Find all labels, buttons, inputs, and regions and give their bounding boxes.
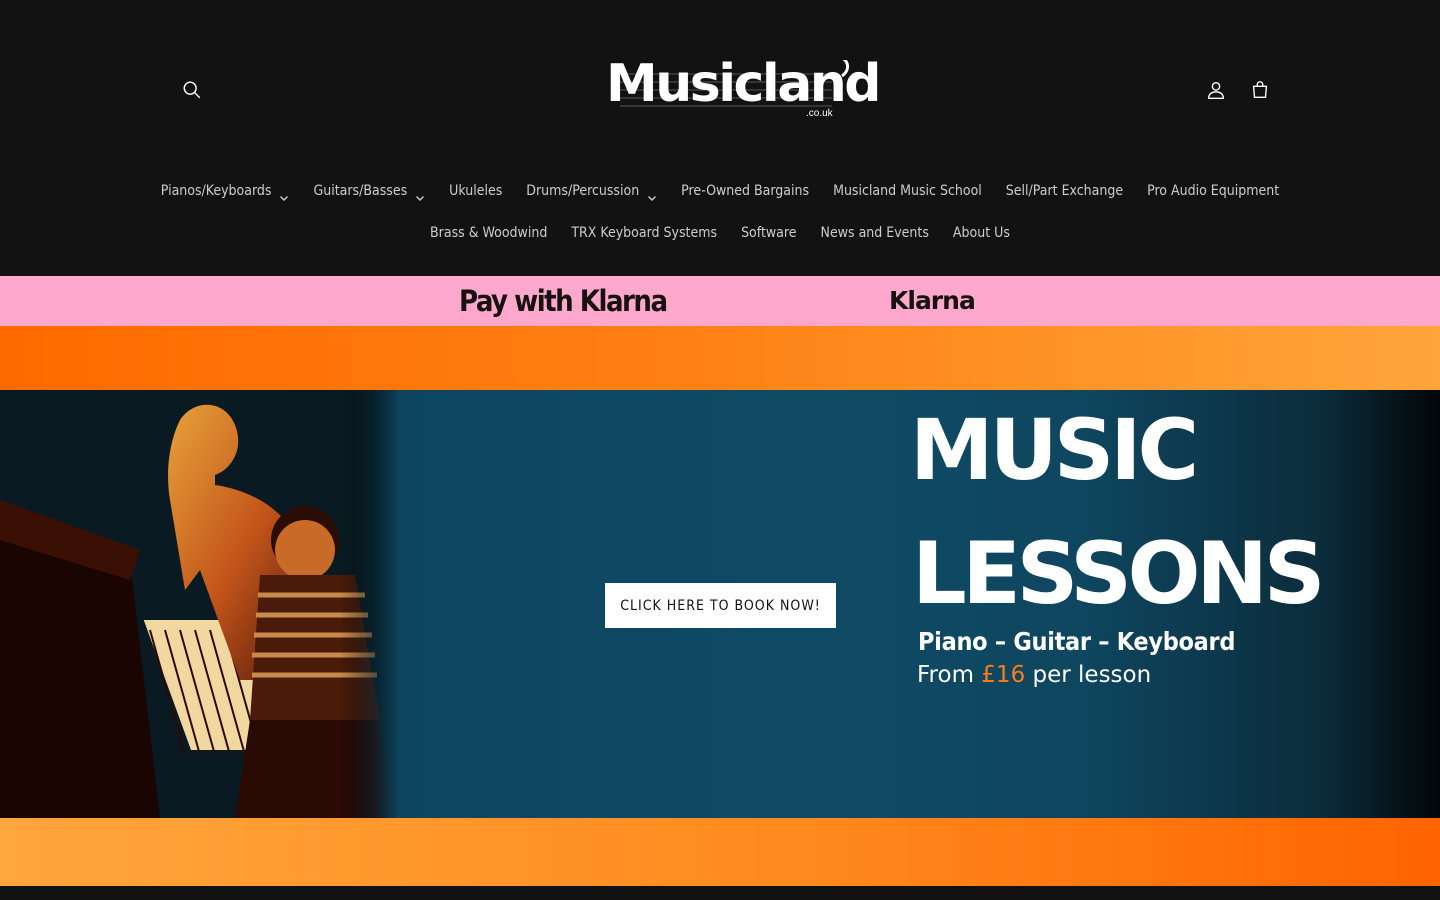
nav-item-sell-part-exchange[interactable]: Sell/Part Exchange — [994, 178, 1135, 204]
nav-item-pianos-keyboards[interactable]: Pianos/Keyboards — [149, 178, 302, 204]
banner-top-strip — [0, 326, 1440, 390]
klarna-banner[interactable]: Pay with Klarna Klarna — [0, 276, 1440, 326]
nav-item-software[interactable]: Software — [729, 220, 808, 246]
chevron-down-icon — [415, 186, 425, 201]
nav-item-label: Pianos/Keyboards — [160, 183, 272, 199]
book-now-button[interactable]: CLICK HERE TO BOOK NOW! — [605, 583, 836, 628]
nav-item-label: Brass & Woodwind — [430, 225, 548, 241]
nav-item-label: Guitars/Basses — [313, 183, 408, 199]
main-nav-row-2: Brass & Woodwind TRX Keyboard Systems So… — [0, 220, 1440, 246]
chevron-down-icon — [647, 186, 657, 201]
nav-item-guitars-basses[interactable]: Guitars/Basses — [301, 178, 437, 204]
price-prefix: From — [917, 662, 982, 688]
nav-item-label: Musicland Music School — [833, 183, 982, 199]
main-nav-row-1: Pianos/Keyboards Guitars/Basses Ukuleles… — [0, 178, 1440, 204]
nav-item-drums-percussion[interactable]: Drums/Percussion — [514, 178, 669, 204]
nav-item-label: Drums/Percussion — [526, 183, 640, 199]
nav-item-pro-audio[interactable]: Pro Audio Equipment — [1135, 178, 1291, 204]
search-icon[interactable] — [172, 70, 212, 110]
klarna-logo: Klarna — [889, 286, 976, 315]
price-suffix: per lesson — [1025, 662, 1152, 688]
banner-instruments: Piano – Guitar – Keyboard — [918, 627, 1236, 656]
logo-wordmark: Musicland — [606, 54, 882, 114]
nav-item-label: Pre-Owned Bargains — [681, 183, 810, 199]
nav-item-news-events[interactable]: News and Events — [809, 220, 941, 246]
nav-item-pre-owned-bargains[interactable]: Pre-Owned Bargains — [669, 178, 821, 204]
musicland-logo[interactable]: Musicland .co.uk — [592, 46, 882, 132]
nav-item-label: Sell/Part Exchange — [1005, 183, 1124, 199]
banner-title-music: MUSIC — [910, 401, 1199, 499]
chevron-down-icon — [279, 186, 289, 201]
logo-domain: .co.uk — [806, 108, 833, 119]
banner-price: From £16 per lesson — [917, 658, 1151, 692]
nav-item-label: Software — [741, 225, 797, 241]
nav-item-label: TRX Keyboard Systems — [571, 225, 718, 241]
account-icon[interactable] — [1196, 70, 1236, 110]
music-lessons-banner: CLICK HERE TO BOOK NOW! MUSIC LESSONS Pi… — [0, 390, 1440, 818]
piano-lesson-photo — [0, 390, 400, 818]
site-header: Musicland .co.uk Pianos/Keyboards Guitar… — [0, 0, 1440, 276]
nav-item-label: Ukuleles — [449, 183, 503, 199]
nav-item-music-school[interactable]: Musicland Music School — [821, 178, 994, 204]
banner-bottom-strip — [0, 818, 1440, 886]
cart-icon[interactable] — [1240, 70, 1280, 110]
nav-item-about-us[interactable]: About Us — [941, 220, 1022, 246]
nav-item-ukuleles[interactable]: Ukuleles — [437, 178, 514, 204]
nav-item-label: Pro Audio Equipment — [1147, 183, 1280, 199]
nav-item-label: About Us — [952, 225, 1010, 241]
banner-title-lessons: LESSONS — [912, 524, 1326, 624]
klarna-pay-text: Pay with Klarna — [459, 284, 668, 318]
price-value: £16 — [981, 662, 1026, 688]
nav-item-brass-woodwind[interactable]: Brass & Woodwind — [418, 220, 559, 246]
nav-item-trx-keyboard-systems[interactable]: TRX Keyboard Systems — [559, 220, 729, 246]
nav-item-label: News and Events — [820, 225, 929, 241]
